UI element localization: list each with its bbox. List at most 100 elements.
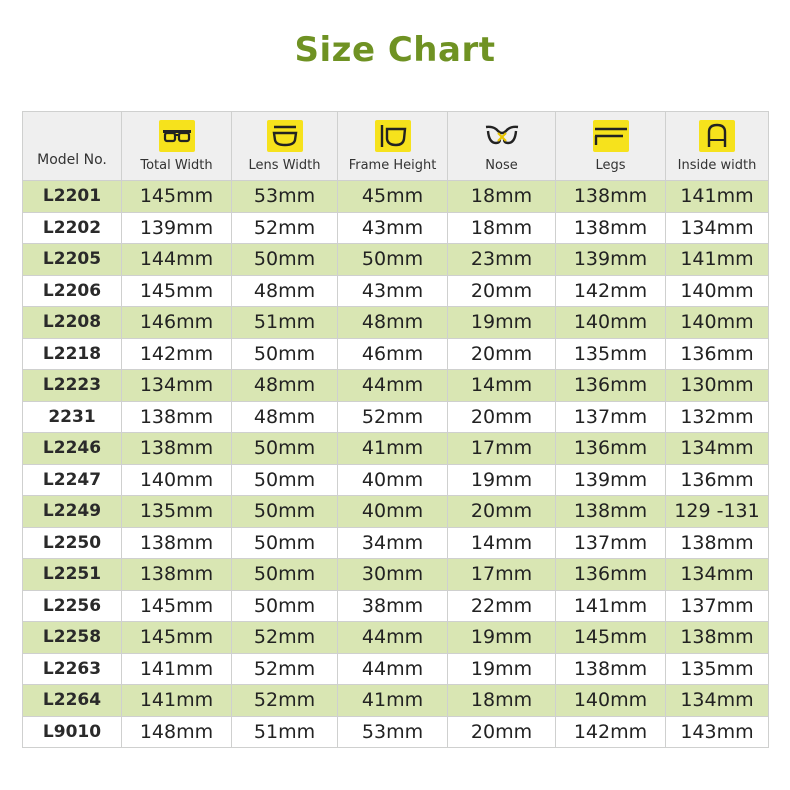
- table-row: L2247 140mm 50mm 40mm 19mm 139mm 136mm: [22, 463, 769, 496]
- lens-width-cell: 50mm: [231, 558, 338, 591]
- legs-cell: 145mm: [555, 621, 666, 654]
- header-label: Inside width: [677, 157, 757, 173]
- lens-width-cell: 50mm: [231, 243, 338, 276]
- frame-height-cell: 53mm: [337, 715, 448, 748]
- frame-height-cell: 50mm: [337, 243, 448, 276]
- nose-cell: 19mm: [447, 652, 556, 685]
- nose-cell: 14mm: [447, 369, 556, 402]
- inside-width-cell: 132mm: [665, 400, 769, 433]
- nose-cell: 20mm: [447, 337, 556, 370]
- legs-cell: 136mm: [555, 369, 666, 402]
- header-total-width: Total Width: [121, 111, 232, 181]
- lens-width-cell: 51mm: [231, 715, 338, 748]
- lens-width-cell: 48mm: [231, 369, 338, 402]
- inside-width-cell: 138mm: [665, 526, 769, 559]
- header-label: Legs: [595, 157, 626, 173]
- nose-bridge-icon: [484, 120, 520, 152]
- total-width-cell: 146mm: [121, 306, 232, 339]
- inside-width-cell: 130mm: [665, 369, 769, 402]
- table-row: L9010 148mm 51mm 53mm 20mm 142mm 143mm: [22, 715, 769, 748]
- model-no-cell: L2251: [22, 558, 122, 591]
- nose-cell: 22mm: [447, 589, 556, 622]
- inside-width-cell: 129 -131: [665, 495, 769, 528]
- legs-cell: 139mm: [555, 463, 666, 496]
- lens-width-cell: 50mm: [231, 337, 338, 370]
- model-no-cell: L2263: [22, 652, 122, 685]
- frame-height-cell: 44mm: [337, 621, 448, 654]
- table-row: L2264 141mm 52mm 41mm 18mm 140mm 134mm: [22, 684, 769, 717]
- total-width-cell: 139mm: [121, 211, 232, 244]
- nose-cell: 20mm: [447, 400, 556, 433]
- model-no-cell: L2256: [22, 589, 122, 622]
- legs-cell: 138mm: [555, 495, 666, 528]
- table-row: L2251 138mm 50mm 30mm 17mm 136mm 134mm: [22, 558, 769, 591]
- total-width-cell: 140mm: [121, 463, 232, 496]
- frame-height-cell: 46mm: [337, 337, 448, 370]
- nose-cell: 23mm: [447, 243, 556, 276]
- inside-width-cell: 143mm: [665, 715, 769, 748]
- lens-width-icon: [266, 119, 303, 152]
- nose-cell: 18mm: [447, 211, 556, 244]
- model-no-cell: L2218: [22, 337, 122, 370]
- inside-width-cell: 136mm: [665, 337, 769, 370]
- model-no-cell: L2258: [22, 621, 122, 654]
- total-width-cell: 134mm: [121, 369, 232, 402]
- temple-legs-icon: [592, 119, 629, 152]
- inside-width-cell: 140mm: [665, 274, 769, 307]
- legs-cell: 135mm: [555, 337, 666, 370]
- lens-width-cell: 52mm: [231, 211, 338, 244]
- total-width-cell: 148mm: [121, 715, 232, 748]
- legs-cell: 138mm: [555, 652, 666, 685]
- model-no-cell: L2202: [22, 211, 122, 244]
- frame-height-cell: 41mm: [337, 684, 448, 717]
- nose-cell: 18mm: [447, 180, 556, 213]
- inside-width-cell: 135mm: [665, 652, 769, 685]
- frame-height-cell: 34mm: [337, 526, 448, 559]
- nose-cell: 20mm: [447, 274, 556, 307]
- lens-width-cell: 52mm: [231, 621, 338, 654]
- total-width-cell: 144mm: [121, 243, 232, 276]
- model-no-cell: 2231: [22, 400, 122, 433]
- frame-height-icon: [374, 119, 411, 152]
- frame-height-cell: 43mm: [337, 211, 448, 244]
- legs-cell: 136mm: [555, 432, 666, 465]
- frame-height-cell: 38mm: [337, 589, 448, 622]
- frame-height-cell: 40mm: [337, 463, 448, 496]
- total-width-cell: 145mm: [121, 589, 232, 622]
- lens-width-cell: 50mm: [231, 495, 338, 528]
- frame-height-cell: 52mm: [337, 400, 448, 433]
- frame-height-cell: 48mm: [337, 306, 448, 339]
- lens-width-cell: 51mm: [231, 306, 338, 339]
- total-width-cell: 141mm: [121, 652, 232, 685]
- total-width-cell: 138mm: [121, 400, 232, 433]
- legs-cell: 137mm: [555, 526, 666, 559]
- frame-height-cell: 43mm: [337, 274, 448, 307]
- header-nose: Nose: [447, 111, 556, 181]
- table-row: 2231 138mm 48mm 52mm 20mm 137mm 132mm: [22, 400, 769, 433]
- total-width-cell: 142mm: [121, 337, 232, 370]
- lens-width-cell: 50mm: [231, 589, 338, 622]
- legs-cell: 139mm: [555, 243, 666, 276]
- total-width-cell: 141mm: [121, 684, 232, 717]
- header-row: Model No. Total Width Lens Width Frame H…: [22, 111, 769, 181]
- model-no-cell: L2208: [22, 306, 122, 339]
- total-width-cell: 145mm: [121, 274, 232, 307]
- legs-cell: 140mm: [555, 684, 666, 717]
- nose-cell: 17mm: [447, 432, 556, 465]
- total-width-cell: 145mm: [121, 621, 232, 654]
- header-model-no: Model No.: [22, 111, 122, 181]
- legs-cell: 138mm: [555, 211, 666, 244]
- frame-height-cell: 30mm: [337, 558, 448, 591]
- header-inside-width: Inside width: [665, 111, 769, 181]
- header-label: Total Width: [140, 157, 213, 173]
- header-legs: Legs: [555, 111, 666, 181]
- header-lens-width: Lens Width: [231, 111, 338, 181]
- model-no-cell: L2250: [22, 526, 122, 559]
- nose-cell: 20mm: [447, 495, 556, 528]
- legs-cell: 141mm: [555, 589, 666, 622]
- nose-cell: 20mm: [447, 715, 556, 748]
- model-no-cell: L2206: [22, 274, 122, 307]
- inside-width-cell: 140mm: [665, 306, 769, 339]
- nose-cell: 18mm: [447, 684, 556, 717]
- inside-width-cell: 134mm: [665, 432, 769, 465]
